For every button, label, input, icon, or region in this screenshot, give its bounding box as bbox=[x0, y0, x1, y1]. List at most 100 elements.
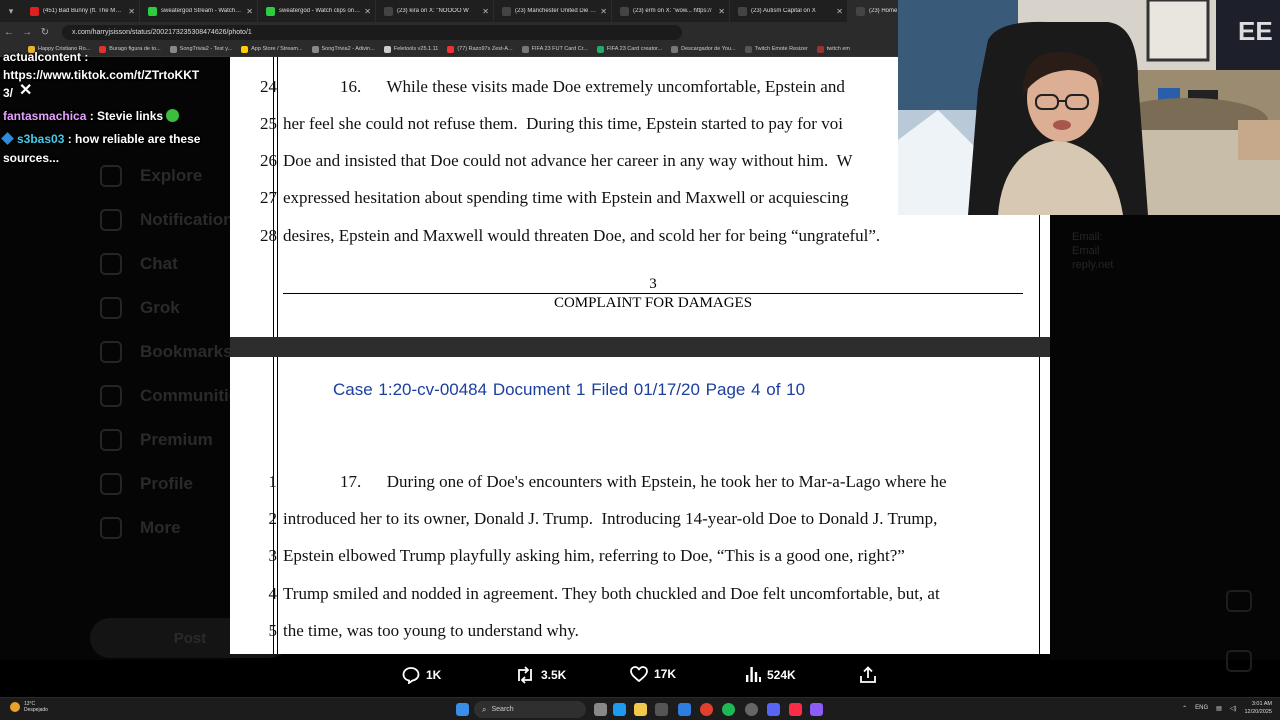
close-icon[interactable]: ✕ bbox=[19, 80, 32, 100]
file-explorer-icon[interactable] bbox=[634, 703, 647, 716]
sidebar-item-communities[interactable]: Communities bbox=[100, 385, 248, 407]
footer-title: COMPLAINT FOR DAMAGES bbox=[553, 295, 753, 311]
document-page-4: Case 1:20-cv-00484 Document 1 Filed 01/1… bbox=[230, 357, 1050, 654]
sidebar-item-bookmarks[interactable]: Bookmarks bbox=[100, 341, 233, 363]
views-icon bbox=[746, 667, 761, 682]
browser-tab[interactable]: (451) Bad Bunny (ft. The Marías) ✕ bbox=[22, 0, 140, 22]
clock-date: 12/20/2025 bbox=[1244, 709, 1272, 715]
language-indicator[interactable]: ENG bbox=[1195, 705, 1208, 711]
page-number: 3 bbox=[649, 276, 657, 292]
tab-list-icon[interactable]: ▾ bbox=[0, 0, 22, 22]
bookmark-label: App Store / Stream... bbox=[251, 46, 303, 52]
bookmark-item[interactable]: Descargador de You... bbox=[671, 45, 736, 53]
browser-tab[interactable]: sweatergod Stream - Watch Live ✕ bbox=[140, 0, 258, 22]
url-field[interactable]: x.com/harryjsisson/status/20021732353084… bbox=[62, 24, 682, 40]
reload-icon[interactable]: ↻ bbox=[36, 27, 54, 38]
clock[interactable]: 3:01 AM 12/20/2025 bbox=[1244, 700, 1272, 716]
back-icon[interactable]: ← bbox=[0, 27, 18, 38]
browser-tab[interactable]: sweatergod - Watch clips on Kick ✕ bbox=[258, 0, 376, 22]
store-icon[interactable] bbox=[678, 703, 691, 716]
reply-button[interactable]: 1K bbox=[402, 666, 441, 684]
sidebar-item-more[interactable]: More bbox=[100, 517, 181, 539]
obs-icon[interactable] bbox=[745, 703, 758, 716]
browser-tab[interactable]: (23) Autism Capital on X ✕ bbox=[730, 0, 848, 22]
document-line: the time, was too young to understand wh… bbox=[283, 621, 579, 640]
close-tab-icon[interactable]: ✕ bbox=[836, 7, 843, 16]
close-tab-icon[interactable]: ✕ bbox=[718, 7, 725, 16]
bookmarks-icon bbox=[100, 341, 122, 363]
volume-icon[interactable]: ◁) bbox=[1230, 705, 1237, 712]
grok-icon[interactable] bbox=[1226, 590, 1252, 612]
bookmark-item[interactable]: SongTrivia2 - Adivin... bbox=[311, 45, 375, 53]
browser-tab[interactable]: (23) kira on X: "NOOOO W ✕ bbox=[376, 0, 494, 22]
premium-icon bbox=[100, 429, 122, 451]
weather-desc: Despejado bbox=[24, 707, 48, 713]
taskbar-search[interactable]: ⌕ Search bbox=[474, 701, 586, 718]
bookmark-item[interactable]: FIFA 23 FUT Card Cr... bbox=[521, 45, 588, 53]
heart-icon bbox=[630, 666, 648, 682]
close-tab-icon[interactable]: ✕ bbox=[482, 7, 489, 16]
page-separator bbox=[230, 337, 1050, 357]
like-button[interactable]: 17K bbox=[630, 666, 676, 682]
close-tab-icon[interactable]: ✕ bbox=[128, 7, 135, 16]
spotify-icon[interactable] bbox=[722, 703, 735, 716]
bookmark-item[interactable]: Feletools v25.1.11 bbox=[383, 45, 439, 53]
app-icon[interactable] bbox=[810, 703, 823, 716]
bookmark-favicon-icon bbox=[744, 45, 752, 53]
bookmark-favicon-icon bbox=[671, 45, 679, 53]
close-tab-icon[interactable]: ✕ bbox=[600, 7, 607, 16]
bookmark-label: Feletools v25.1.11 bbox=[393, 46, 439, 52]
bookmark-item[interactable]: FIFA 23 Card creator... bbox=[596, 45, 662, 53]
edge-icon[interactable] bbox=[613, 703, 626, 716]
network-icon[interactable]: ▤ bbox=[1216, 705, 1222, 712]
bookmark-item[interactable]: twitch em bbox=[816, 45, 850, 53]
repost-button[interactable]: 3.5K bbox=[515, 666, 566, 684]
mail-icon[interactable] bbox=[655, 703, 668, 716]
sidebar-item-grok[interactable]: Grok bbox=[100, 297, 180, 319]
bookmark-item[interactable]: (77) Razo97s Zest-A... bbox=[447, 45, 513, 53]
views-button[interactable]: 524K bbox=[745, 666, 796, 683]
close-tab-icon[interactable]: ✕ bbox=[246, 7, 253, 16]
line-number: 26 bbox=[260, 151, 277, 170]
line-number: 28 bbox=[260, 226, 277, 245]
line-number: 2 bbox=[268, 509, 278, 528]
close-tab-icon[interactable]: ✕ bbox=[364, 7, 371, 16]
bookmark-item[interactable]: Twitch Emote Resizer bbox=[744, 45, 808, 53]
discord-icon[interactable] bbox=[767, 703, 780, 716]
sidebar-item-profile[interactable]: Profile bbox=[100, 473, 193, 495]
grok-icon bbox=[100, 297, 122, 319]
chat-line: 3/ bbox=[3, 86, 14, 100]
tab-favicon-icon bbox=[384, 6, 393, 16]
notifications-icon bbox=[100, 209, 122, 231]
bookmark-favicon-icon bbox=[383, 45, 391, 53]
chevron-up-icon[interactable]: ⌃ bbox=[1182, 705, 1187, 712]
profile-icon bbox=[100, 473, 122, 495]
share-button[interactable] bbox=[859, 666, 877, 684]
weather-widget[interactable]: 13°C Despejado bbox=[10, 701, 48, 713]
tab-title: (23) Autism Capital on X bbox=[751, 8, 816, 14]
messages-icon[interactable] bbox=[1226, 650, 1252, 672]
browser-tab[interactable]: (23) erm on X: "wow... https:// ✕ bbox=[612, 0, 730, 22]
music-icon[interactable] bbox=[789, 703, 802, 716]
chrome-icon[interactable] bbox=[700, 703, 713, 716]
sidebar-item-chat[interactable]: Chat bbox=[100, 253, 178, 275]
browser-tab[interactable]: (23) Manchester United Die Hard ✕ bbox=[494, 0, 612, 22]
tab-favicon-icon bbox=[502, 6, 511, 16]
sidebar-item-label: Grok bbox=[140, 298, 180, 317]
sidebar-item-notifications[interactable]: Notifications bbox=[100, 209, 243, 231]
document-line: desires, Epstein and Maxwell would threa… bbox=[283, 226, 881, 245]
bookmark-item[interactable]: App Store / Stream... bbox=[241, 45, 303, 53]
start-icon[interactable] bbox=[456, 703, 469, 716]
task-view-icon[interactable] bbox=[594, 703, 607, 716]
bookmark-label: FIFA 23 FUT Card Cr... bbox=[531, 46, 588, 52]
chat-username: fantasmachica bbox=[3, 109, 87, 123]
sidebar-item-premium[interactable]: Premium bbox=[100, 429, 213, 451]
tab-favicon-icon bbox=[30, 6, 39, 16]
line-number: 27 bbox=[260, 188, 277, 207]
line-number: 4 bbox=[268, 584, 278, 603]
document-line: Doe and insisted that Doe could not adva… bbox=[283, 151, 853, 170]
chat-icon bbox=[100, 253, 122, 275]
forward-icon[interactable]: → bbox=[18, 27, 36, 38]
bookmark-label: SongTrivia2 - Adivin... bbox=[321, 46, 375, 52]
document-line: introduced her to its owner, Donald J. T… bbox=[283, 509, 938, 528]
